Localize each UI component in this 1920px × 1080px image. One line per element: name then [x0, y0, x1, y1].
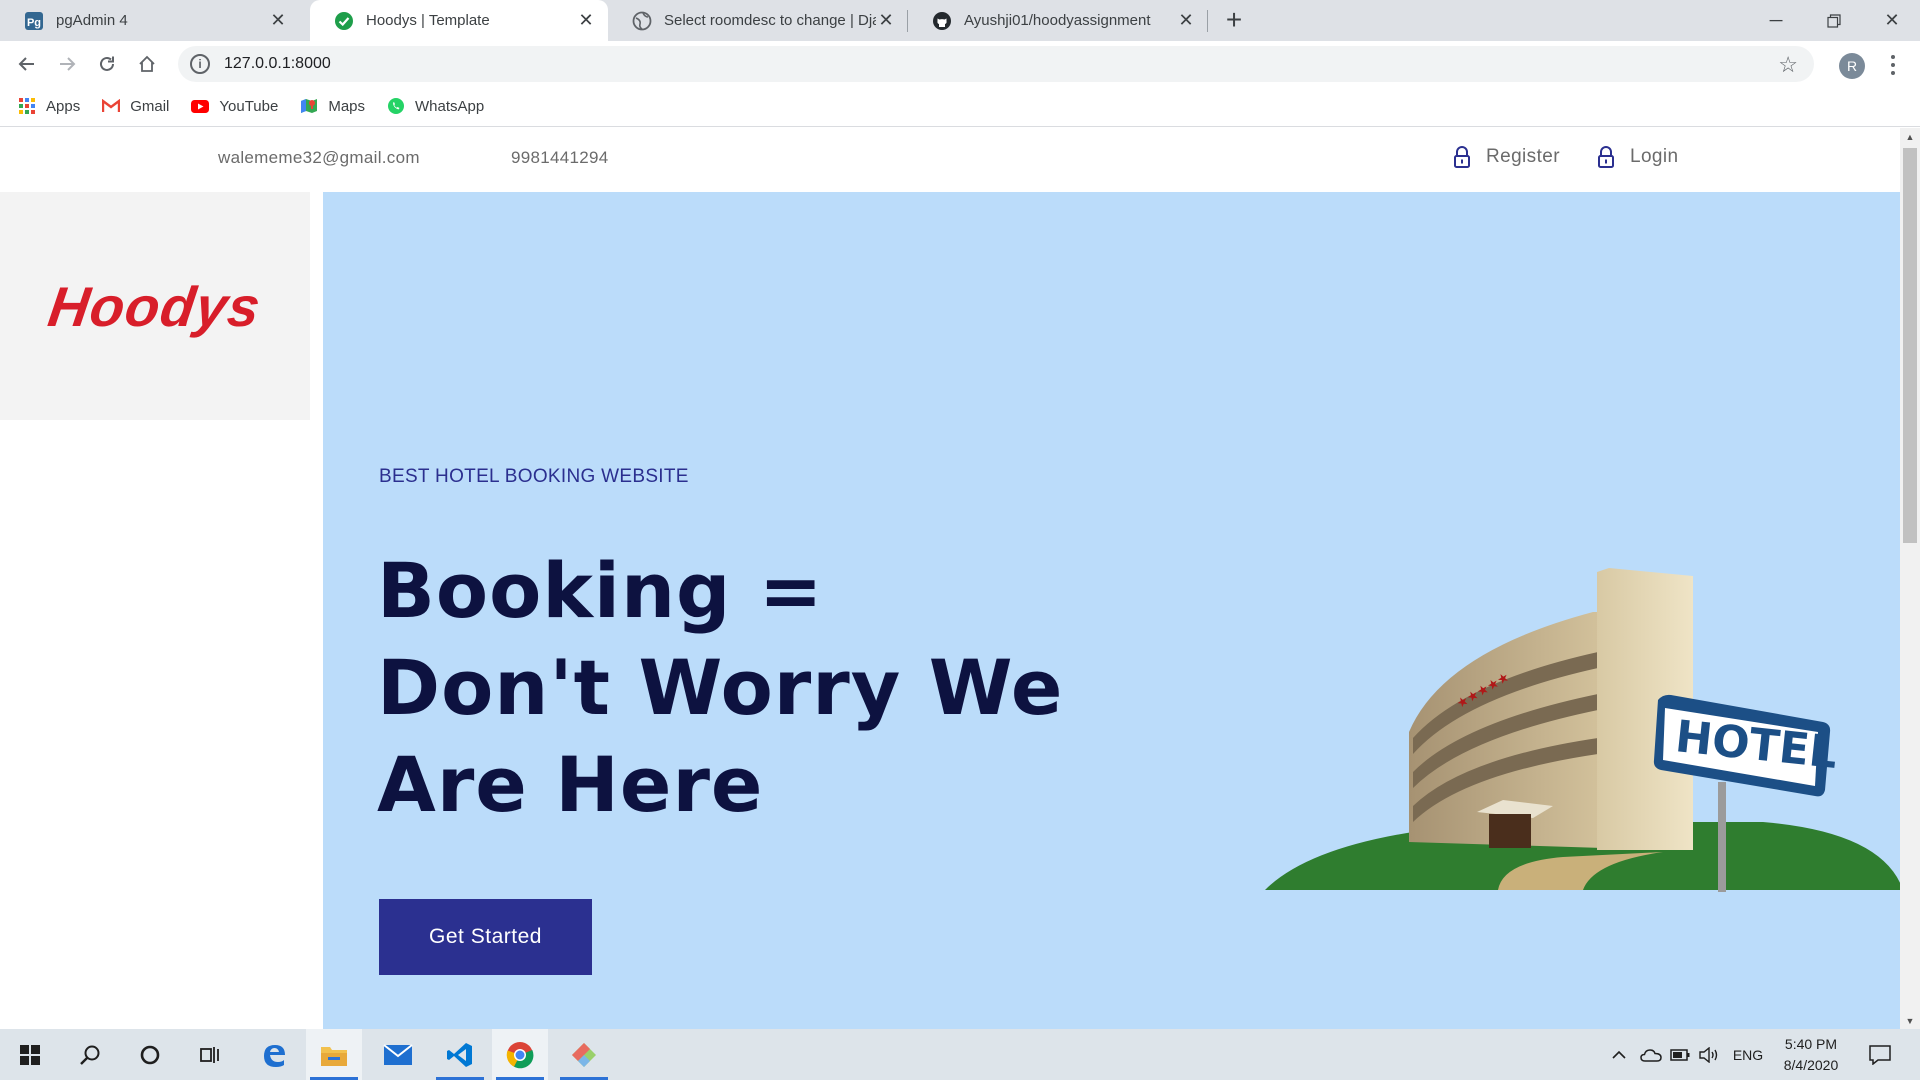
tab-django-admin[interactable]: Select roomdesc to change | Djar ✕: [608, 0, 908, 41]
chrome-icon[interactable]: [492, 1029, 548, 1080]
hotel-illustration: ★★★★★ HOTEL: [1265, 568, 1900, 892]
onedrive-cloud-icon[interactable]: [1638, 1029, 1664, 1080]
bookmark-gmail[interactable]: Gmail: [102, 97, 169, 115]
chevron-up-icon[interactable]: [1608, 1029, 1630, 1080]
bookmark-youtube[interactable]: YouTube: [191, 97, 278, 115]
browser-toolbar: i 127.0.0.1:8000 ☆ R: [0, 41, 1920, 86]
login-link[interactable]: Login: [1596, 145, 1679, 169]
gmail-icon: [102, 97, 121, 115]
search-icon[interactable]: [62, 1029, 118, 1080]
apps-grid-icon: [18, 97, 36, 115]
bookmark-star-icon[interactable]: ☆: [1778, 52, 1798, 78]
github-icon: [932, 11, 952, 31]
system-clock[interactable]: 5:40 PM 8/4/2020: [1770, 1034, 1852, 1076]
home-icon[interactable]: [130, 47, 164, 81]
bookmark-label: YouTube: [219, 97, 279, 115]
address-bar[interactable]: i 127.0.0.1:8000 ☆: [178, 46, 1814, 82]
whatsapp-icon: [387, 97, 405, 115]
close-icon[interactable]: ✕: [576, 10, 596, 31]
tab-title: pgAdmin 4: [56, 12, 128, 29]
info-icon[interactable]: i: [190, 54, 210, 74]
tab-strip: Pg pgAdmin 4 ✕ Hoodys | Template ✕ Selec…: [0, 0, 1920, 41]
url-text[interactable]: 127.0.0.1:8000: [224, 55, 331, 73]
battery-icon[interactable]: [1668, 1029, 1692, 1080]
windows-start-icon[interactable]: [2, 1029, 58, 1080]
language-indicator[interactable]: ENG: [1728, 1029, 1768, 1080]
globe-icon: [632, 11, 652, 31]
windows-taskbar: ENG 5:40 PM 8/4/2020: [0, 1029, 1920, 1080]
task-view-icon[interactable]: [182, 1029, 238, 1080]
get-started-button[interactable]: Get Started: [379, 899, 592, 975]
login-label: Login: [1630, 146, 1679, 167]
close-icon[interactable]: ✕: [268, 10, 288, 31]
register-link[interactable]: Register: [1452, 145, 1560, 169]
scrollbar-thumb[interactable]: [1903, 148, 1917, 543]
bookmark-whatsapp[interactable]: WhatsApp: [387, 97, 484, 115]
contact-email[interactable]: walememe32@gmail.com: [218, 148, 420, 168]
bookmark-maps[interactable]: Maps: [300, 97, 365, 115]
bookmark-label: Gmail: [130, 97, 170, 115]
tab-title: Ayushji01/hoodyassignment: [964, 12, 1151, 29]
reload-icon[interactable]: [90, 47, 124, 81]
svg-text:Pg: Pg: [27, 17, 41, 29]
tab-hoodys[interactable]: Hoodys | Template ✕: [310, 0, 608, 41]
edge-browser-icon[interactable]: [246, 1029, 302, 1080]
tab-title: Hoodys | Template: [366, 12, 490, 29]
tab-pgadmin[interactable]: Pg pgAdmin 4 ✕: [0, 0, 300, 41]
clock-time: 5:40 PM: [1784, 1036, 1838, 1052]
tab-separator: [1207, 10, 1208, 32]
page-scrollbar[interactable]: ▲ ▼: [1900, 128, 1920, 1029]
git-app-icon[interactable]: [556, 1029, 612, 1080]
bookmark-apps[interactable]: Apps: [18, 97, 80, 115]
youtube-icon: [191, 97, 210, 115]
register-label: Register: [1486, 146, 1560, 167]
new-tab-plus-icon[interactable]: +: [1220, 4, 1248, 35]
forward-arrow-icon[interactable]: [50, 47, 84, 81]
check-circle-icon: [334, 11, 354, 31]
contact-phone[interactable]: 9981441294: [511, 148, 609, 168]
scroll-up-arrow-icon[interactable]: ▲: [1900, 128, 1920, 145]
restore-icon[interactable]: [1806, 0, 1862, 41]
site-topbar: walememe32@gmail.com 9981441294 Register…: [0, 128, 1900, 192]
vscode-icon[interactable]: [432, 1029, 488, 1080]
bookmark-label: Maps: [328, 97, 366, 115]
speaker-volume-icon[interactable]: [1696, 1029, 1722, 1080]
window-close-icon[interactable]: ✕: [1864, 0, 1920, 41]
bookmarks-bar: Apps Gmail YouTube Maps WhatsApp: [0, 86, 1920, 127]
hoodys-logo[interactable]: Hoodys: [45, 274, 265, 339]
scroll-down-arrow-icon[interactable]: ▼: [1900, 1012, 1920, 1029]
clock-date: 8/4/2020: [1783, 1057, 1839, 1073]
close-icon[interactable]: ✕: [1176, 10, 1196, 31]
menu-dots-icon[interactable]: [1885, 51, 1901, 79]
tab-github[interactable]: Ayushji01/hoodyassignment ✕: [908, 0, 1208, 41]
mail-icon[interactable]: [370, 1029, 426, 1080]
minimize-icon[interactable]: ─: [1748, 0, 1804, 41]
notification-center-icon[interactable]: [1862, 1029, 1898, 1080]
file-explorer-icon[interactable]: [306, 1029, 362, 1080]
cortana-icon[interactable]: [122, 1029, 178, 1080]
page-viewport: walememe32@gmail.com 9981441294 Register…: [0, 128, 1900, 1029]
pgadmin-icon: Pg: [24, 11, 44, 31]
maps-icon: [300, 97, 318, 115]
bookmark-label: Apps: [46, 97, 81, 115]
hero-kicker: BEST HOTEL BOOKING WEBSITE: [379, 466, 689, 487]
logo-panel[interactable]: Hoodys: [0, 192, 310, 420]
profile-avatar[interactable]: R: [1839, 53, 1865, 79]
bookmark-label: WhatsApp: [415, 97, 485, 115]
hero-section: BEST HOTEL BOOKING WEBSITE Booking = Don…: [323, 192, 1900, 1029]
tab-title: Select roomdesc to change | Djar: [664, 12, 876, 29]
lock-icon: [1598, 146, 1614, 168]
lock-icon: [1454, 146, 1470, 168]
hero-headline: Booking = Don't Worry We Are Here: [377, 546, 1064, 829]
back-arrow-icon[interactable]: [10, 47, 44, 81]
close-icon[interactable]: ✕: [876, 10, 896, 31]
